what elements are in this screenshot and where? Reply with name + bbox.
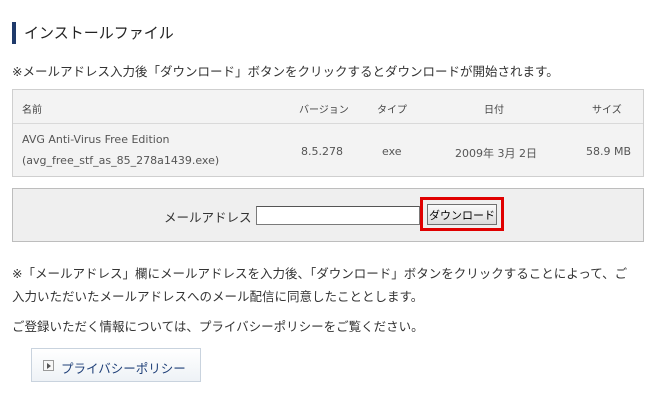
table-divider [13,123,643,124]
email-input[interactable] [256,206,420,225]
file-type: exe [382,145,402,158]
privacy-note: ご登録いただく情報については、プライバシーポリシーをご覧ください。 [12,319,424,334]
column-header-date: 日付 [484,105,504,116]
file-table: 名前 バージョン タイプ 日付 サイズ AVG Anti-Virus Free … [12,89,644,177]
file-version: 8.5.278 [301,145,343,158]
download-button[interactable]: ダウンロード [427,204,497,225]
intro-note: ※メールアドレス入力後「ダウンロード」ボタンをクリックするとダウンロードが開始さ… [12,64,559,79]
column-header-version: バージョン [299,105,349,116]
privacy-policy-label: プライバシーポリシー [61,361,186,376]
file-name: AVG Anti-Virus Free Edition [22,133,170,146]
section-title: インストールファイル [12,22,174,44]
column-header-size: サイズ [592,105,622,116]
privacy-policy-button[interactable]: プライバシーポリシー [31,348,201,382]
column-header-type: タイプ [377,105,407,116]
column-header-name: 名前 [22,105,42,116]
arrow-right-icon [43,360,54,371]
file-date: 2009年 3月 2日 [455,147,537,160]
email-form: メールアドレス ダウンロード [12,188,644,242]
email-label: メールアドレス [164,210,252,225]
file-filename: (avg_free_stf_as_85_278a1439.exe) [22,154,220,167]
file-size: 58.9 MB [586,145,632,158]
agreement-note: ※「メールアドレス」欄にメールアドレスを入力後、「ダウンロード」ボタンをクリック… [12,266,628,304]
